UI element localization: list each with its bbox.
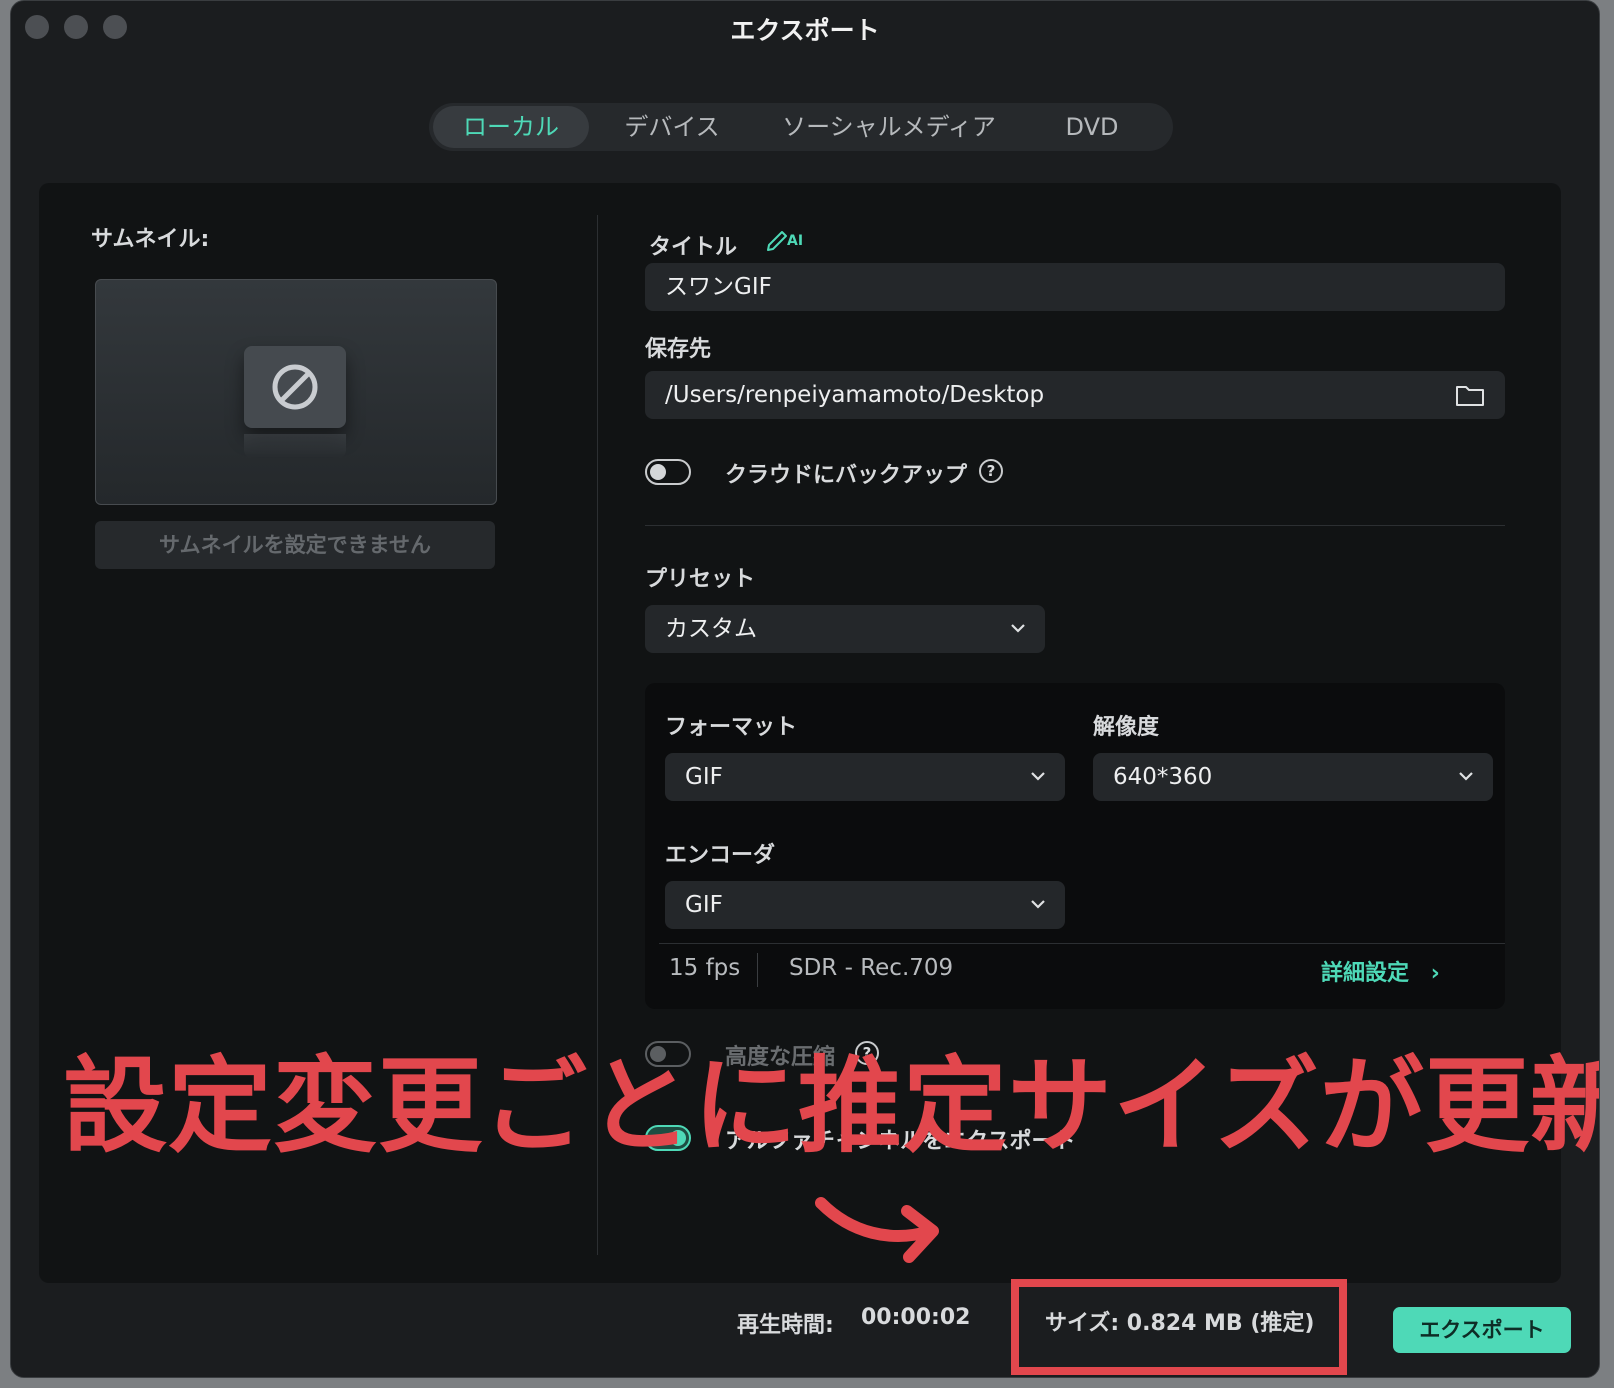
- format-select[interactable]: GIF: [665, 753, 1065, 801]
- tab-dvd[interactable]: DVD: [1047, 103, 1137, 151]
- annotation-arrow-icon: [815, 1197, 939, 1263]
- thumbnail-reflection: [244, 434, 346, 458]
- encoder-label: エンコーダ: [665, 843, 776, 868]
- advanced-settings-link[interactable]: 詳細設定 ›: [1321, 955, 1440, 987]
- window-title: エクスポート: [730, 16, 880, 45]
- color-space-value: SDR - Rec.709: [789, 955, 954, 981]
- resolution-select[interactable]: 640*360: [1093, 753, 1493, 801]
- export-tabs: ローカル デバイス ソーシャルメディア DVD: [429, 103, 1173, 151]
- encoder-value: GIF: [685, 892, 723, 918]
- save-path-field[interactable]: /Users/renpeiyamamoto/Desktop: [645, 371, 1505, 419]
- tab-device[interactable]: デバイス: [607, 103, 737, 151]
- cloud-backup-label: クラウドにバックアップ: [725, 463, 968, 488]
- ai-badge: AI: [787, 233, 804, 249]
- format-value: GIF: [685, 764, 723, 790]
- thumbnail-preview: [95, 279, 497, 505]
- cloud-backup-toggle[interactable]: [645, 459, 691, 485]
- thumbnail-label: サムネイル:: [91, 227, 210, 252]
- format-settings-box: フォーマット 解像度 GIF 640*360 エンコーダ GIF 15 fps …: [645, 683, 1505, 1009]
- chevron-right-icon: ›: [1430, 961, 1440, 986]
- no-entry-icon: [244, 346, 346, 428]
- title-input[interactable]: スワンGIF: [645, 263, 1505, 311]
- folder-icon[interactable]: [1455, 382, 1485, 408]
- estimated-size: サイズ: 0.824 MB (推定): [1045, 1311, 1315, 1336]
- preset-label: プリセット: [645, 567, 756, 592]
- encoder-select[interactable]: GIF: [665, 881, 1065, 929]
- advanced-settings-label: 詳細設定: [1321, 961, 1410, 986]
- export-button[interactable]: エクスポート: [1393, 1307, 1571, 1353]
- format-label: フォーマット: [665, 715, 798, 740]
- annotation-caption: 設定変更ごとに推定サイズが更新: [63, 1045, 1600, 1167]
- save-location-label: 保存先: [645, 337, 712, 362]
- preset-value: カスタム: [665, 616, 757, 642]
- chevron-down-icon: [1031, 772, 1045, 781]
- save-path-value: /Users/renpeiyamamoto/Desktop: [665, 382, 1045, 408]
- resolution-label: 解像度: [1093, 715, 1160, 740]
- preset-select[interactable]: カスタム: [645, 605, 1045, 653]
- chevron-down-icon: [1011, 624, 1025, 633]
- chevron-down-icon: [1459, 772, 1473, 781]
- duration-value: 00:00:02: [861, 1305, 971, 1330]
- export-dialog: エクスポート ローカル デバイス ソーシャルメディア DVD サムネイル: サム…: [10, 0, 1600, 1378]
- info-separator: [757, 953, 758, 987]
- tab-local[interactable]: ローカル: [433, 106, 589, 148]
- title-label: タイトル: [649, 235, 738, 260]
- set-thumbnail-button[interactable]: サムネイルを設定できません: [95, 521, 495, 569]
- ai-title-button[interactable]: AI: [765, 223, 811, 253]
- section-divider: [645, 525, 1505, 526]
- fps-value: 15 fps: [669, 955, 741, 981]
- format-divider: [659, 943, 1505, 944]
- toggle-knob: [650, 464, 666, 480]
- resolution-value: 640*360: [1113, 764, 1213, 790]
- tab-social-media[interactable]: ソーシャルメディア: [769, 103, 1009, 151]
- duration-label: 再生時間:: [737, 1313, 834, 1338]
- chevron-down-icon: [1031, 900, 1045, 909]
- help-icon[interactable]: ?: [979, 459, 1003, 483]
